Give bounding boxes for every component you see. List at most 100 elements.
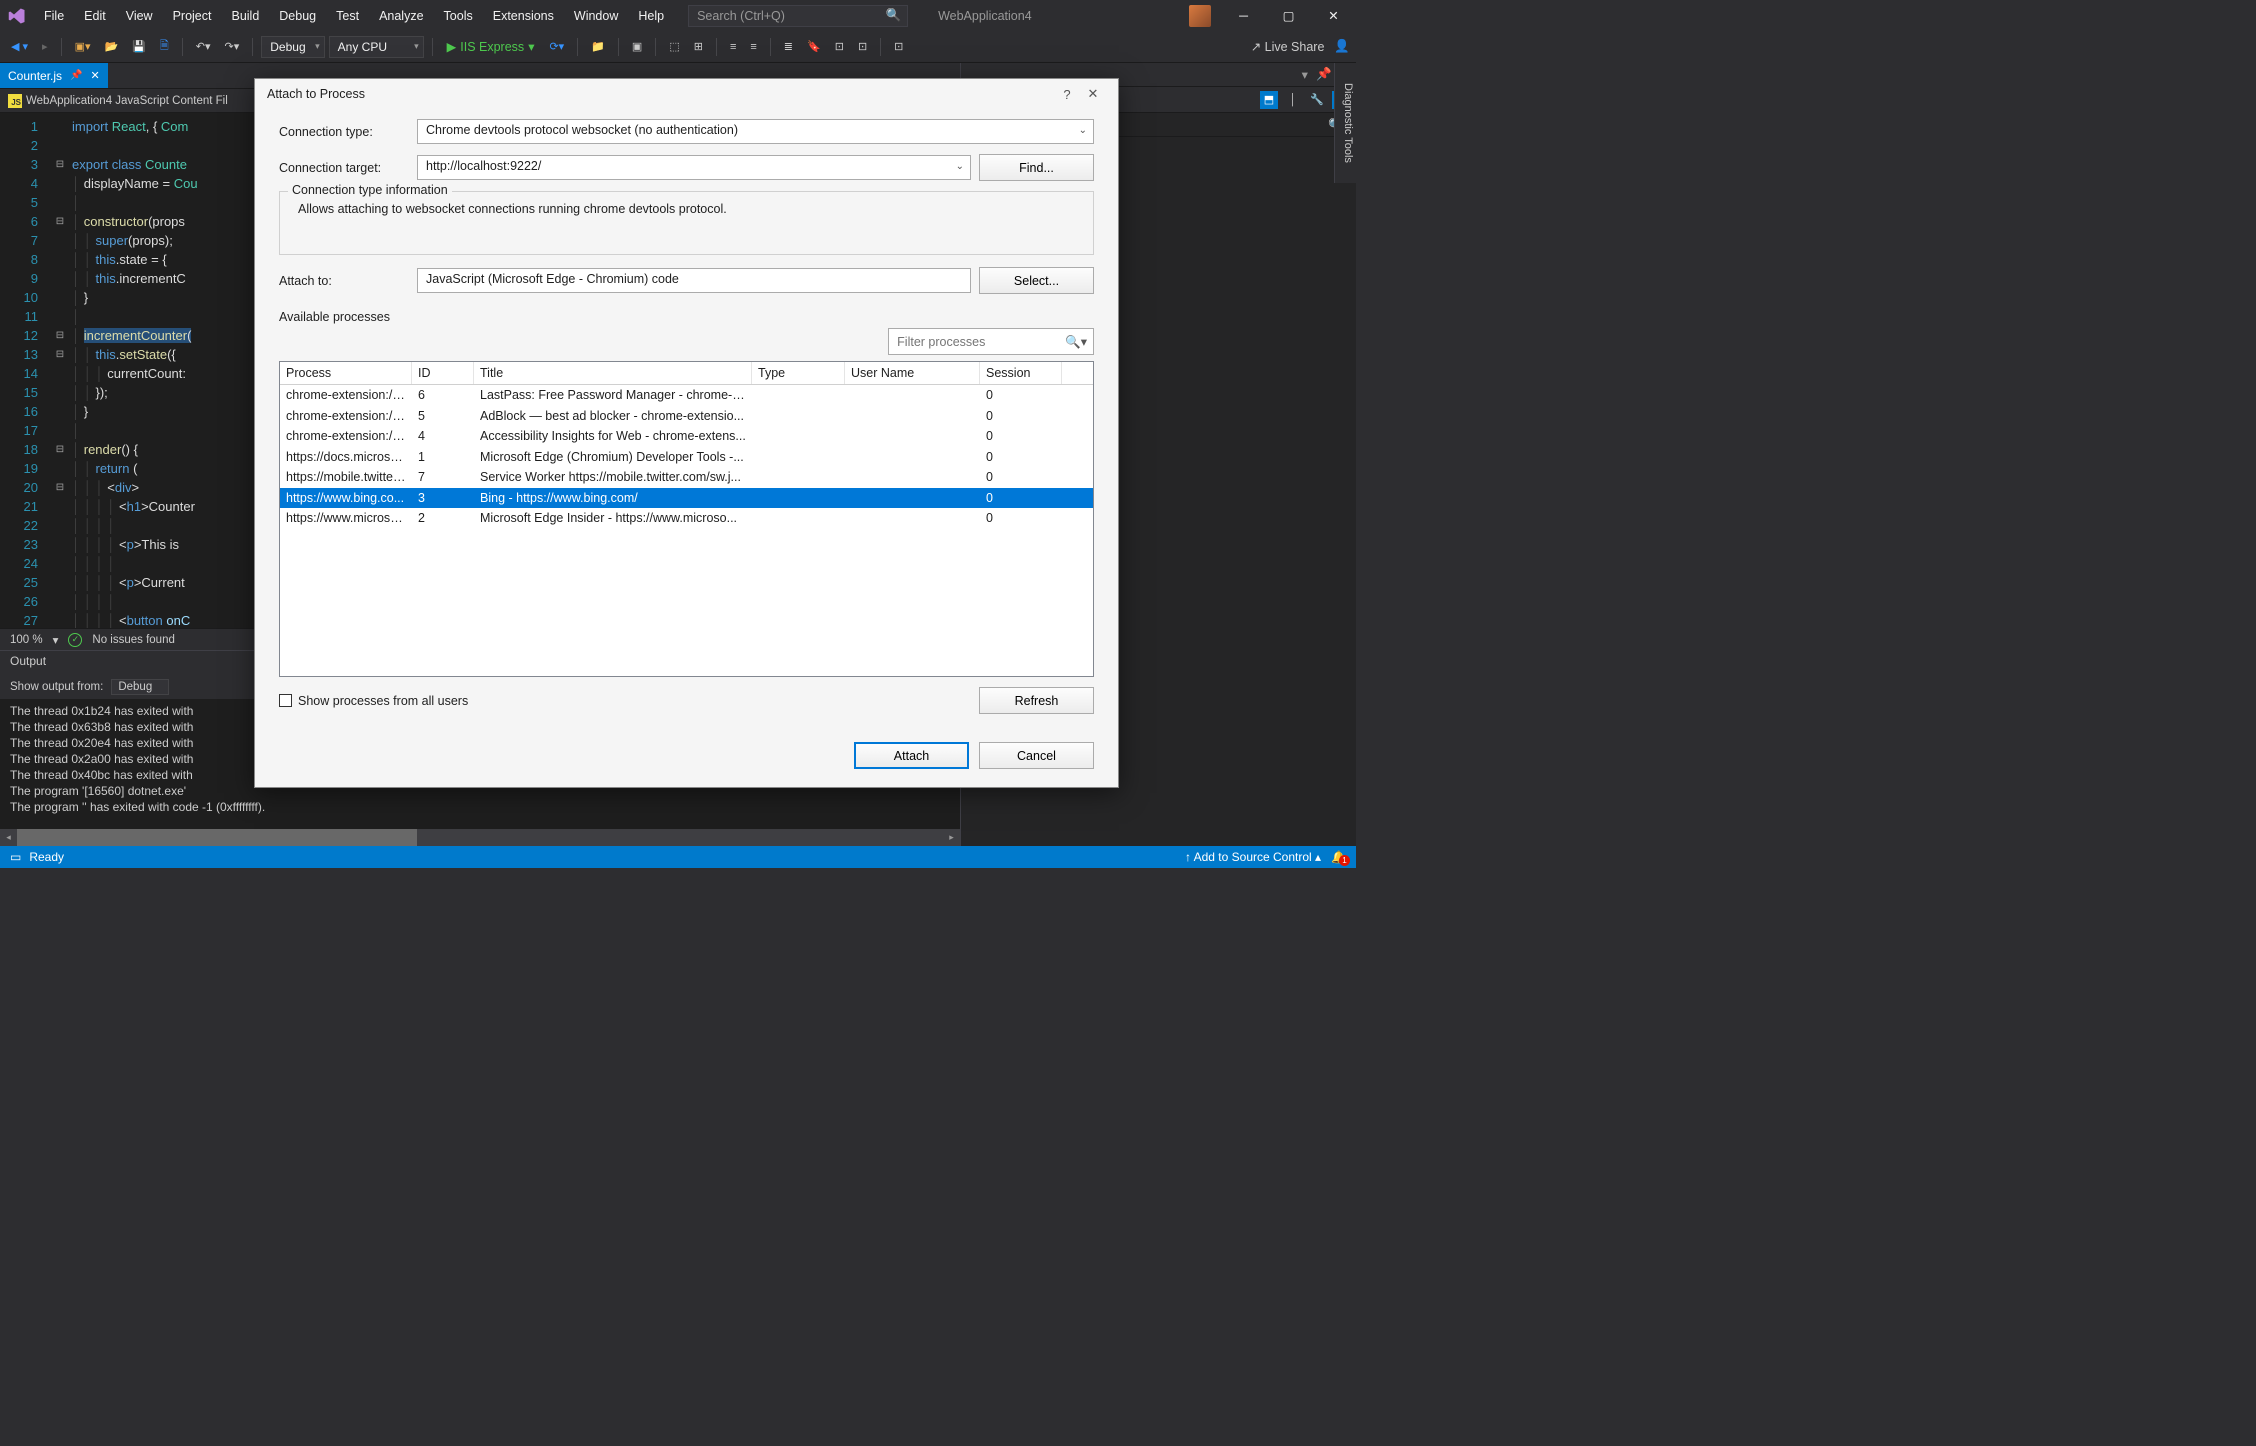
browse-icon[interactable]: 📁 xyxy=(586,37,610,56)
attach-button[interactable]: Attach xyxy=(854,742,969,769)
col-user[interactable]: User Name xyxy=(845,362,980,384)
panel-menu-icon[interactable]: ▾ xyxy=(1302,67,1308,82)
menu-view[interactable]: View xyxy=(116,3,163,29)
menu-tools[interactable]: Tools xyxy=(434,3,483,29)
process-rows[interactable]: chrome-extension://...6LastPass: Free Pa… xyxy=(280,385,1093,676)
output-source-dropdown[interactable]: Debug xyxy=(111,679,169,695)
diagnostic-tools-tab[interactable]: Diagnostic Tools xyxy=(1334,63,1356,183)
menu-project[interactable]: Project xyxy=(163,3,222,29)
info-text: Allows attaching to websocket connection… xyxy=(298,202,1081,216)
scroll-thumb[interactable] xyxy=(17,829,417,846)
outdent-icon[interactable]: ≡ xyxy=(745,38,761,56)
new-project-icon[interactable]: ▣▾ xyxy=(70,37,96,56)
tool-icon-4[interactable]: ⊡ xyxy=(830,37,849,56)
bookmark-icon[interactable]: 🔖 xyxy=(802,37,826,56)
tool-icon-2[interactable]: ⬚ xyxy=(664,37,684,56)
minimize-button[interactable]: ─ xyxy=(1221,0,1266,31)
title-bar: File Edit View Project Build Debug Test … xyxy=(0,0,1356,31)
comment-icon[interactable]: ≣ xyxy=(779,37,798,56)
process-row[interactable]: chrome-extension://...4Accessibility Ins… xyxy=(280,426,1093,447)
save-icon[interactable]: 💾 xyxy=(127,37,151,56)
undo-icon[interactable]: ↶▾ xyxy=(191,37,216,56)
breadcrumb-text[interactable]: WebApplication4 JavaScript Content Fil xyxy=(26,95,228,107)
col-process[interactable]: Process xyxy=(280,362,412,384)
dialog-title-bar: Attach to Process ? ✕ xyxy=(255,79,1118,109)
refresh-button[interactable]: Refresh xyxy=(979,687,1094,714)
menu-file[interactable]: File xyxy=(34,3,74,29)
fold-gutter[interactable]: ⊟⊟⊟⊟⊟⊟ xyxy=(52,113,68,628)
process-row[interactable]: https://www.microso...2Microsoft Edge In… xyxy=(280,508,1093,529)
refresh-icon[interactable]: ⟳▾ xyxy=(544,37,569,56)
main-toolbar: ◀ ▾ ▸ ▣▾ 📂 💾 🗎 ↶▾ ↷▾ Debug Any CPU ▶ IIS… xyxy=(0,31,1356,63)
live-share-button[interactable]: ↗ Live Share xyxy=(1251,39,1325,54)
menu-debug[interactable]: Debug xyxy=(269,3,326,29)
user-avatar[interactable] xyxy=(1189,5,1211,27)
process-list-header[interactable]: Process ID Title Type User Name Session xyxy=(280,362,1093,385)
editor-h-scrollbar[interactable]: ◂ ▸ xyxy=(0,829,960,846)
nav-fwd-icon[interactable]: ▸ xyxy=(37,37,53,56)
scroll-right-icon[interactable]: ▸ xyxy=(943,829,960,846)
scroll-left-icon[interactable]: ◂ xyxy=(0,829,17,846)
menu-help[interactable]: Help xyxy=(628,3,674,29)
menu-window[interactable]: Window xyxy=(564,3,628,29)
search-placeholder: Search (Ctrl+Q) xyxy=(697,9,785,23)
notifications-icon[interactable]: 🔔1 xyxy=(1331,850,1346,864)
process-row[interactable]: https://docs.microso...1Microsoft Edge (… xyxy=(280,447,1093,468)
feedback-icon[interactable]: 👤 xyxy=(1334,39,1350,54)
tab-close-icon[interactable]: ✕ xyxy=(90,69,99,82)
tab-counter-js[interactable]: Counter.js 📌 ✕ xyxy=(0,63,108,88)
col-type[interactable]: Type xyxy=(752,362,845,384)
tool-icon-6[interactable]: ⊡ xyxy=(889,37,908,56)
menu-test[interactable]: Test xyxy=(326,3,369,29)
process-row[interactable]: https://www.bing.co...3Bing - https://ww… xyxy=(280,488,1093,509)
wrench-icon[interactable]: 🔧 xyxy=(1308,91,1326,109)
tool-icon-1[interactable]: ▣ xyxy=(627,37,647,56)
global-search[interactable]: Search (Ctrl+Q) 🔍 xyxy=(688,5,908,27)
cancel-button[interactable]: Cancel xyxy=(979,742,1094,769)
connection-type-dropdown[interactable]: Chrome devtools protocol websocket (no a… xyxy=(417,119,1094,144)
redo-icon[interactable]: ↷▾ xyxy=(220,37,245,56)
process-row[interactable]: chrome-extension://...6LastPass: Free Pa… xyxy=(280,385,1093,406)
process-row[interactable]: https://mobile.twitter...7Service Worker… xyxy=(280,467,1093,488)
source-control-button[interactable]: ↑ Add to Source Control ▴ xyxy=(1185,850,1321,864)
attach-to-field[interactable]: JavaScript (Microsoft Edge - Chromium) c… xyxy=(417,268,971,293)
panel-pin-icon[interactable]: 📌 xyxy=(1316,67,1332,82)
col-session[interactable]: Session xyxy=(980,362,1062,384)
solution-name: WebApplication4 xyxy=(908,9,1189,23)
menu-edit[interactable]: Edit xyxy=(74,3,116,29)
filter-search-icon[interactable]: 🔍▾ xyxy=(1059,334,1093,350)
view-toggle-1[interactable]: ⬒ xyxy=(1260,91,1278,109)
main-menu: File Edit View Project Build Debug Test … xyxy=(34,3,674,29)
filter-processes-input[interactable] xyxy=(889,329,1059,354)
pin-icon[interactable]: 📌 xyxy=(70,70,82,81)
process-row[interactable]: chrome-extension://...5AdBlock — best ad… xyxy=(280,406,1093,427)
find-button[interactable]: Find... xyxy=(979,154,1094,181)
menu-analyze[interactable]: Analyze xyxy=(369,3,433,29)
info-legend: Connection type information xyxy=(288,183,452,197)
help-icon[interactable]: ? xyxy=(1054,87,1080,102)
save-all-icon[interactable]: 🗎 xyxy=(155,34,174,59)
col-id[interactable]: ID xyxy=(412,362,474,384)
run-button[interactable]: ▶ IIS Express ▾ xyxy=(441,37,541,56)
line-numbers: 1234567891011121314151617181920212223242… xyxy=(0,113,52,628)
code-content[interactable]: import React, { Com export class Counte … xyxy=(68,113,198,628)
platform-dropdown[interactable]: Any CPU xyxy=(329,36,424,58)
show-all-users-checkbox[interactable]: Show processes from all users xyxy=(279,694,468,708)
col-title[interactable]: Title xyxy=(474,362,752,384)
zoom-dropdown-icon[interactable]: ▾ xyxy=(53,633,59,647)
chevron-down-icon: ⌄ xyxy=(956,161,964,172)
connection-target-input[interactable]: http://localhost:9222/⌄ xyxy=(417,155,971,180)
tool-icon-3[interactable]: ⊞ xyxy=(689,37,708,56)
open-file-icon[interactable]: 📂 xyxy=(100,37,124,56)
config-dropdown[interactable]: Debug xyxy=(261,36,324,58)
nav-back-icon[interactable]: ◀ ▾ xyxy=(6,37,33,56)
tool-icon-5[interactable]: ⊡ xyxy=(853,37,872,56)
menu-build[interactable]: Build xyxy=(221,3,269,29)
close-window-button[interactable]: ✕ xyxy=(1311,0,1356,31)
zoom-level[interactable]: 100 % xyxy=(10,634,43,646)
menu-extensions[interactable]: Extensions xyxy=(483,3,564,29)
dialog-close-icon[interactable]: ✕ xyxy=(1080,86,1106,102)
select-button[interactable]: Select... xyxy=(979,267,1094,294)
maximize-button[interactable]: ▢ xyxy=(1266,0,1311,31)
indent-icon[interactable]: ≡ xyxy=(725,38,741,56)
